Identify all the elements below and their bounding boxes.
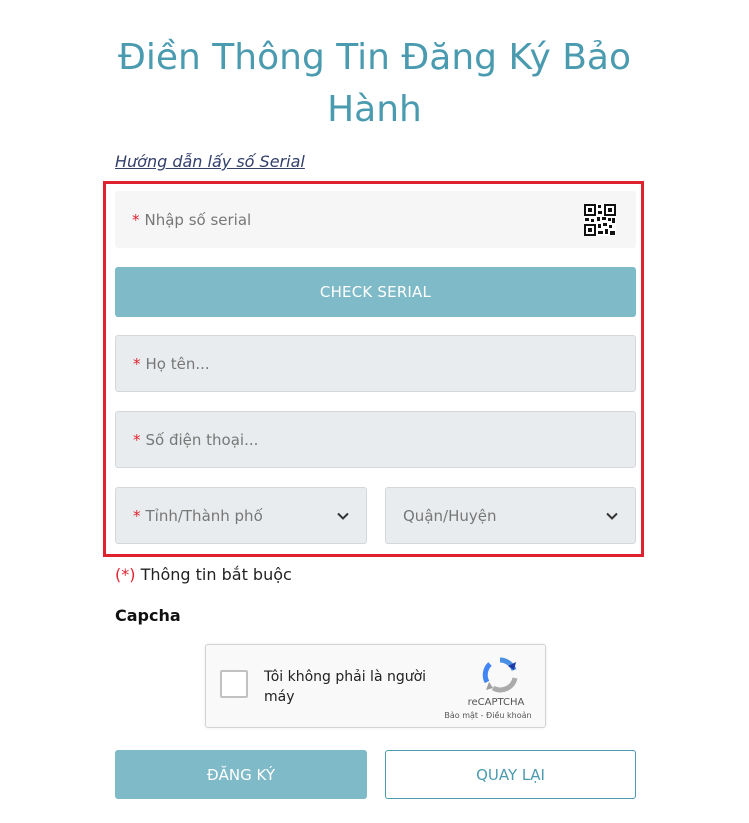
recaptcha-checkbox[interactable]: [220, 670, 248, 698]
serial-placeholder: Nhập số serial: [144, 210, 252, 229]
chevron-down-icon: [336, 509, 350, 527]
page-title: Điền Thông Tin Đăng Ký Bảo Hành: [118, 37, 631, 130]
required-mark: *: [132, 210, 140, 229]
phone-input[interactable]: * Số điện thoại...: [115, 411, 636, 468]
required-mark: *: [133, 506, 141, 525]
serial-input[interactable]: * Nhập số serial: [115, 191, 636, 248]
required-note: (*) Thông tin bắt buộc: [115, 565, 292, 584]
district-placeholder: Quận/Huyện: [403, 506, 497, 525]
register-button[interactable]: ĐĂNG KÝ: [115, 750, 367, 799]
province-placeholder: Tỉnh/Thành phố: [145, 506, 263, 525]
name-input[interactable]: * Họ tên...: [115, 335, 636, 392]
recaptcha-links[interactable]: Bảo mật - Điều khoản: [438, 711, 538, 720]
province-select[interactable]: * Tỉnh/Thành phố: [115, 487, 367, 544]
captcha-label: Capcha: [115, 606, 181, 625]
required-mark: *: [133, 354, 141, 373]
phone-placeholder: Số điện thoại...: [145, 430, 259, 449]
recaptcha-logo-icon: [481, 656, 519, 698]
chevron-down-icon: [605, 509, 619, 527]
required-note-mark: (*): [115, 565, 136, 584]
required-mark: *: [133, 430, 141, 449]
recaptcha-text: Tôi không phải là người máy: [264, 669, 427, 705]
back-button[interactable]: QUAY LẠI: [385, 750, 636, 799]
check-serial-button[interactable]: CHECK SERIAL: [115, 267, 636, 317]
district-select[interactable]: Quận/Huyện: [385, 487, 636, 544]
recaptcha-widget: Tôi không phải là người máy reCAPTCHA Bả…: [205, 644, 546, 728]
name-placeholder: Họ tên...: [145, 354, 210, 373]
serial-guide-link[interactable]: Hướng dẫn lấy số Serial: [115, 152, 305, 171]
qr-code-icon[interactable]: [584, 204, 616, 240]
required-note-text: Thông tin bắt buộc: [135, 565, 292, 584]
recaptcha-brand: reCAPTCHA: [467, 697, 525, 708]
